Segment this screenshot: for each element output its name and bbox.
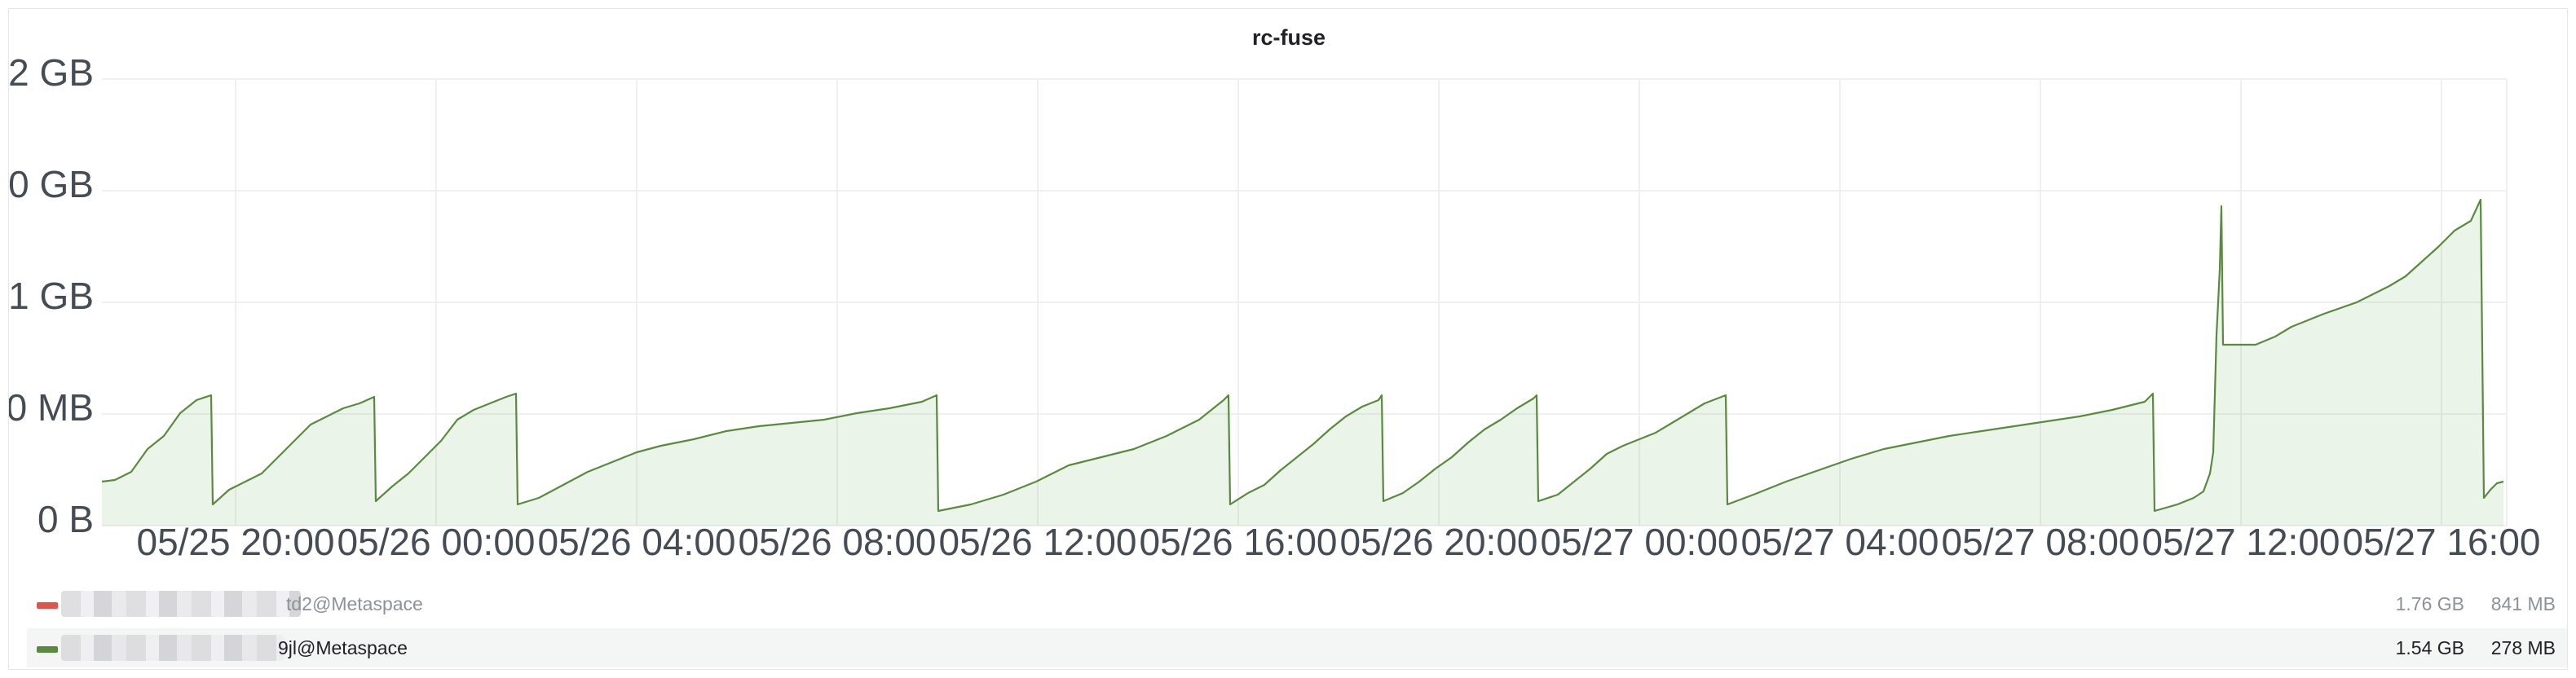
redacted-series-prefix [61,591,301,617]
y-tick-label: 2 GB [9,51,94,94]
legend-row-2[interactable]: 9jl@Metaspace 1.54 GB 278 MB [27,628,2567,667]
series-layer [101,198,2504,526]
y-tick-label: 1.50 GB [9,163,94,205]
x-axis-ticks: 05/25 20:00 05/26 00:00 05/26 04:00 05/26 0… [136,521,2540,563]
y-tick-label: 1 GB [9,275,94,317]
legend-current-value: 841 MB [2490,593,2556,614]
legend-current-value: 278 MB [2490,637,2556,658]
legend-row-1[interactable]: td2@Metaspace 1.76 GB 841 MB [27,584,2567,623]
x-tick-label: 05/26 04:00 [537,521,735,563]
x-tick-label: 05/27 08:00 [1941,521,2139,563]
x-tick-label: 05/27 12:00 [2142,521,2340,563]
redacted-series-prefix [61,635,285,661]
y-tick-label: 500 MB [9,386,94,429]
x-tick-label: 05/27 04:00 [1740,521,1939,563]
x-tick-label: 05/26 00:00 [337,521,535,563]
legend-max-value: 1.54 GB [2395,637,2464,658]
legend-series-color-green [37,646,58,653]
legend-series-name[interactable]: td2@Metaspace [286,593,423,615]
legend-max-value: 1.76 GB [2395,593,2464,614]
x-tick-label: 05/26 20:00 [1339,521,1537,563]
x-tick-label: 05/26 12:00 [938,521,1136,563]
x-tick-label: 05/25 20:00 [136,521,334,563]
graph-panel: rc-fuse 0 B500 MB1 GB1.50 GB2 GB 05/25 2… [8,8,2568,670]
x-tick-label: 05/27 16:00 [2342,521,2540,563]
memory-chart: 0 B500 MB1 GB1.50 GB2 GB 05/25 20:0005/2… [9,51,2541,563]
legend-series-name[interactable]: 9jl@Metaspace [278,637,408,659]
legend-series-color-red [37,602,58,609]
series-area-fill [102,200,2503,526]
y-tick-label: 0 B [37,498,94,540]
x-tick-label: 05/26 16:00 [1139,521,1337,563]
x-tick-label: 05/27 00:00 [1540,521,1738,563]
y-axis-ticks: 0 B 500 MB 1 GB 1.50 GB 2 GB [9,51,94,540]
x-tick-label: 05/26 08:00 [738,521,936,563]
